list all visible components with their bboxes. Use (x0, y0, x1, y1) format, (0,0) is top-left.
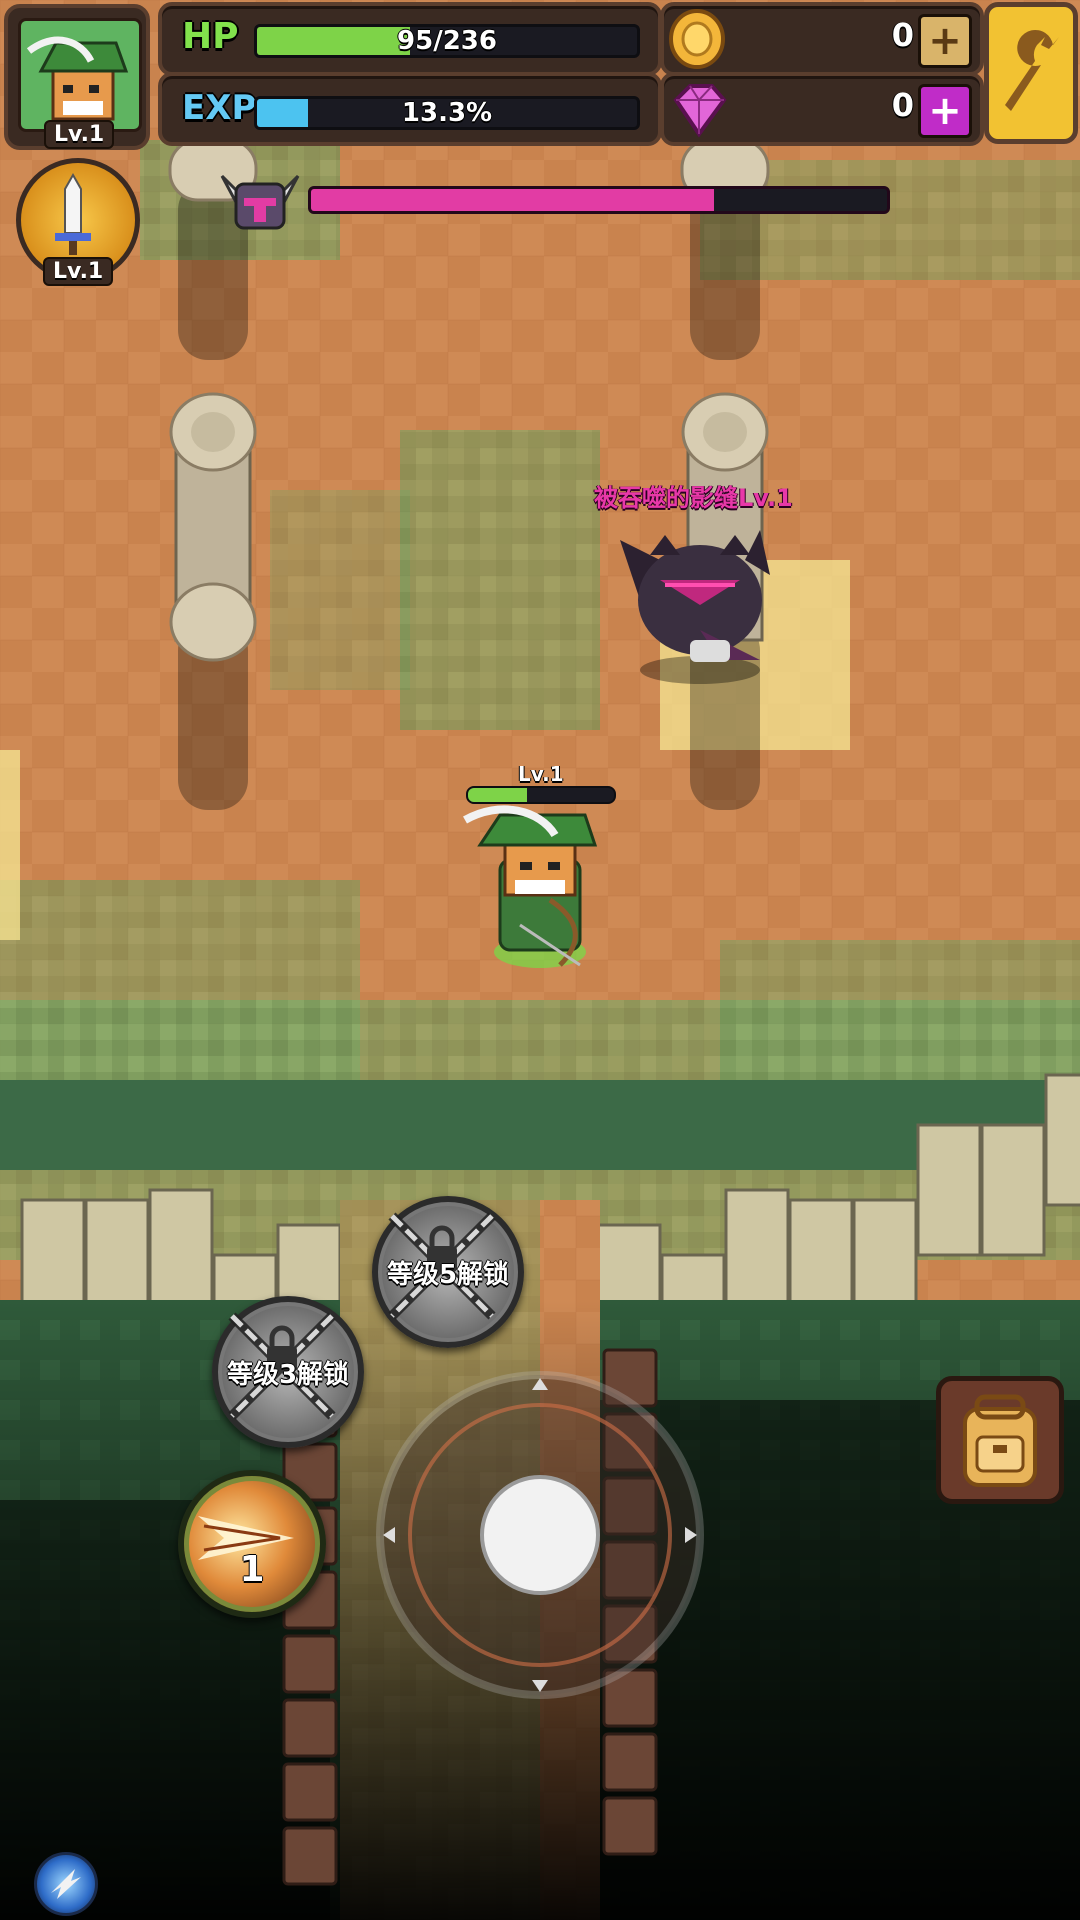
boss-hp-bar-fill (311, 189, 715, 211)
virtual-joystick[interactable] (376, 1371, 704, 1699)
locked-skill-level5-label: 等级5解锁 (386, 1259, 510, 1290)
exp-panel: EXP 13.3% (158, 72, 662, 146)
enemy-name-label: 被吞噬的影缝Lv.1 (594, 484, 793, 512)
player-overhead-level: Lv.1 (518, 762, 564, 786)
pink-gem-icon (673, 84, 727, 138)
player-overhead-hp-fill (468, 788, 527, 802)
inventory-button[interactable] (936, 1376, 1064, 1504)
portrait-level-label: Lv.1 (44, 120, 115, 149)
arrow-skill-count: 1 (239, 1548, 265, 1590)
player-overhead-hp-bar (466, 786, 616, 804)
boss-hp (216, 166, 896, 232)
gem-panel: 0 + (660, 72, 984, 146)
weapon-badge[interactable]: Lv.1 (16, 158, 140, 286)
hp-panel: HP 95/236 (158, 2, 662, 76)
arrow-skill-button[interactable]: 1 (178, 1470, 326, 1618)
gold-value: 0 (891, 16, 914, 54)
boss-hp-bar (308, 186, 890, 214)
locked-skill-level3-button[interactable]: 等级3解锁 (212, 1296, 364, 1448)
archer-portrait-icon (26, 36, 129, 121)
horned-helmet-icon (220, 174, 300, 230)
hp-bar: 95/236 (254, 24, 640, 58)
game-map (0, 0, 1080, 1920)
locked-skill-level5-button[interactable]: 等级5解锁 (372, 1196, 524, 1348)
weapon-level-label: Lv.1 (43, 257, 114, 286)
auto-attack-button[interactable] (34, 1852, 98, 1916)
gold-panel: 0 + (660, 2, 984, 76)
auto-attack-orb-icon (51, 1869, 81, 1899)
exp-value: 13.3% (401, 98, 493, 128)
sword-icon (55, 172, 91, 255)
player-portrait[interactable]: Lv.1 (4, 4, 150, 150)
backpack-icon (963, 1394, 1037, 1487)
gold-coin-icon (669, 9, 725, 69)
settings-button[interactable] (984, 2, 1078, 144)
hp-label: HP (182, 16, 239, 57)
wrench-icon (1005, 29, 1059, 112)
add-gold-button[interactable]: + (918, 14, 972, 68)
exp-bar: 13.3% (254, 96, 640, 130)
exp-label: EXP (182, 88, 257, 128)
locked-skill-level3-label: 等级3解锁 (226, 1359, 350, 1390)
gem-value: 0 (891, 86, 914, 124)
hp-value: 95/236 (397, 26, 497, 56)
add-gem-button[interactable]: + (918, 84, 972, 138)
